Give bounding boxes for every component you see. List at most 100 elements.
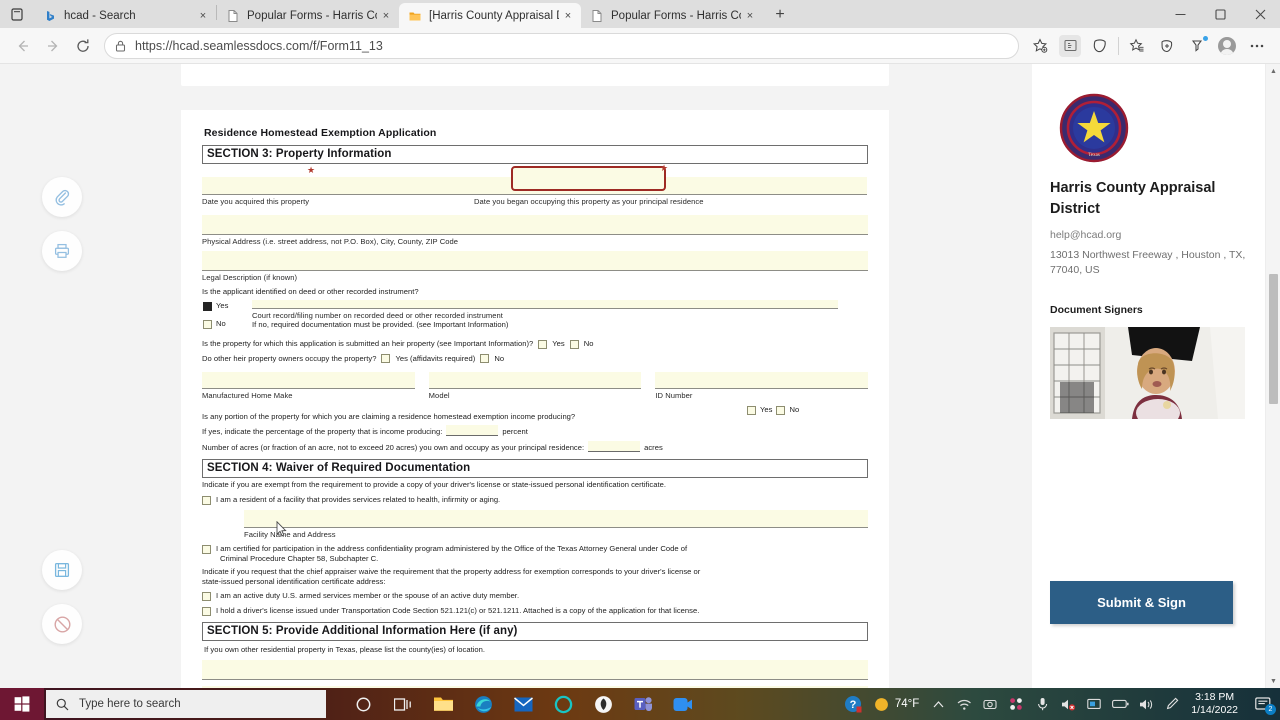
income-no-checkbox[interactable] (776, 405, 786, 415)
page-icon (226, 9, 240, 23)
back-icon[interactable] (8, 32, 38, 60)
deed-yes-checkbox[interactable] (203, 301, 212, 311)
taskbar-clock[interactable]: 3:18 PM 1/14/2022 (1191, 691, 1238, 717)
deed-no-checkbox[interactable] (203, 319, 212, 329)
tab-close-icon[interactable]: × (194, 7, 212, 25)
battery-icon[interactable] (1107, 688, 1133, 720)
waiver-option-3-checkbox[interactable] (202, 591, 211, 601)
collections-icon[interactable] (1085, 32, 1115, 60)
tab-close-icon[interactable]: × (559, 7, 577, 25)
attachment-icon[interactable] (42, 177, 82, 217)
profile-icon[interactable] (1212, 32, 1242, 60)
required-marker: ★ (307, 165, 316, 175)
scrollbar-thumb[interactable] (1269, 274, 1278, 404)
taskbar-search-box[interactable]: Type here to search (46, 690, 326, 718)
mic-icon[interactable] (1029, 688, 1055, 720)
file-explorer-icon[interactable] (424, 688, 462, 720)
waiver-option-2-checkbox[interactable] (202, 544, 211, 554)
tab-close-icon[interactable]: × (741, 7, 759, 25)
forward-icon[interactable] (38, 32, 68, 60)
maximize-button[interactable] (1200, 0, 1240, 28)
signer-video-thumbnail[interactable] (1050, 326, 1245, 419)
browser-tab-2[interactable]: [Harris County Appraisal District × (399, 3, 581, 28)
page-scrollbar[interactable]: ▲ ▼ (1265, 64, 1280, 688)
mail-icon[interactable] (504, 688, 542, 720)
submit-and-sign-button[interactable]: Submit & Sign (1050, 581, 1233, 624)
volume-icon[interactable] (1133, 688, 1159, 720)
tab-actions-icon[interactable] (0, 0, 34, 28)
new-tab-button[interactable]: + (767, 3, 793, 27)
tab-close-icon[interactable]: × (377, 7, 395, 25)
cortana-circle-icon[interactable] (544, 688, 582, 720)
app-icon[interactable] (584, 688, 622, 720)
heir-no-checkbox[interactable] (569, 339, 579, 349)
waiver-option-4-checkbox[interactable] (202, 606, 211, 616)
extensions-icon[interactable] (1182, 32, 1212, 60)
section-5-line-1-input[interactable] (202, 660, 868, 680)
refresh-icon[interactable] (68, 32, 98, 60)
minimize-button[interactable] (1160, 0, 1200, 28)
show-hidden-icon[interactable] (925, 688, 951, 720)
address-bar[interactable]: https://hcad.seamlessdocs.com/f/Form11_1… (104, 32, 1019, 59)
org-email[interactable]: help@hcad.org (1050, 229, 1247, 241)
document-signers-label: Document Signers (1050, 303, 1143, 316)
browser-navigation-bar: https://hcad.seamlessdocs.com/f/Form11_1… (0, 28, 1280, 64)
browser-tab-1[interactable]: Popular Forms - Harris County A × (217, 3, 399, 28)
teams-icon[interactable] (624, 688, 662, 720)
mh-model-input[interactable] (428, 372, 642, 389)
audio-mute-icon[interactable] (1055, 688, 1081, 720)
weather-temperature[interactable]: 74°F (895, 698, 919, 710)
scroll-up-arrow-icon[interactable]: ▲ (1266, 64, 1280, 78)
cortana-icon[interactable] (344, 688, 382, 720)
deed-no-label: No (216, 319, 226, 329)
print-icon[interactable] (42, 231, 82, 271)
legal-description-input[interactable] (202, 251, 868, 270)
favorite-add-icon[interactable] (1025, 32, 1055, 60)
display-icon[interactable] (1081, 688, 1107, 720)
help-icon[interactable]: ? (837, 688, 869, 720)
facility-label: Facility Name and Address (244, 529, 336, 539)
immersive-reader-icon[interactable] (1059, 34, 1081, 57)
section-4-heading: SECTION 4: Waiver of Required Documentat… (202, 459, 868, 479)
income-no-label: No (789, 405, 800, 415)
cancel-icon[interactable] (42, 604, 82, 644)
acres-question: Number of acres (or fraction of an acre,… (202, 442, 585, 452)
start-button[interactable] (0, 688, 44, 720)
facility-input[interactable] (244, 509, 868, 527)
scroll-down-arrow-icon[interactable]: ▼ (1266, 674, 1280, 688)
camera-icon[interactable] (977, 688, 1003, 720)
settings-more-icon[interactable] (1242, 32, 1272, 60)
page-viewport: Residence Homestead Exemption Applicatio… (0, 64, 1280, 688)
weather-icon[interactable] (869, 688, 895, 720)
heir-occupy-no-checkbox[interactable] (480, 354, 490, 364)
browser-tab-3[interactable]: Popular Forms - Harris County A × (581, 3, 763, 28)
date-acquired-input[interactable] (202, 177, 490, 194)
mh-id-input[interactable] (655, 372, 869, 389)
zoom-icon[interactable] (664, 688, 702, 720)
heir-no-label: No (583, 339, 594, 349)
teams-tray-icon[interactable] (1003, 688, 1029, 720)
waiver-option-1-checkbox[interactable] (202, 495, 211, 505)
task-view-icon[interactable] (384, 688, 422, 720)
favorites-icon[interactable] (1122, 32, 1152, 60)
network-icon[interactable] (951, 688, 977, 720)
date-occupied-input[interactable] (511, 166, 666, 191)
heir-occupy-yes-checkbox[interactable] (381, 354, 391, 364)
browser-tab-0[interactable]: hcad - Search × (34, 3, 216, 28)
income-yes-checkbox[interactable] (747, 405, 756, 415)
address-bar-url: https://hcad.seamlessdocs.com/f/Form11_1… (135, 38, 383, 53)
percent-input[interactable] (446, 425, 499, 437)
deed-question: Is the applicant identified on deed or o… (202, 287, 419, 296)
physical-address-input[interactable] (202, 215, 868, 234)
acres-input[interactable] (588, 441, 641, 453)
browser-essentials-icon[interactable] (1152, 32, 1182, 60)
close-button[interactable] (1240, 0, 1280, 28)
edge-icon[interactable] (464, 688, 502, 720)
notification-center-icon[interactable]: 2 (1246, 688, 1280, 720)
save-icon[interactable] (42, 550, 82, 590)
heir-question: Is the property for which this applicati… (202, 339, 534, 349)
mh-make-input[interactable] (202, 372, 415, 389)
heir-yes-checkbox[interactable] (538, 339, 548, 349)
section-4-intro2-line1: Indicate if you request that the chief a… (202, 566, 701, 576)
pen-icon[interactable] (1159, 688, 1185, 720)
